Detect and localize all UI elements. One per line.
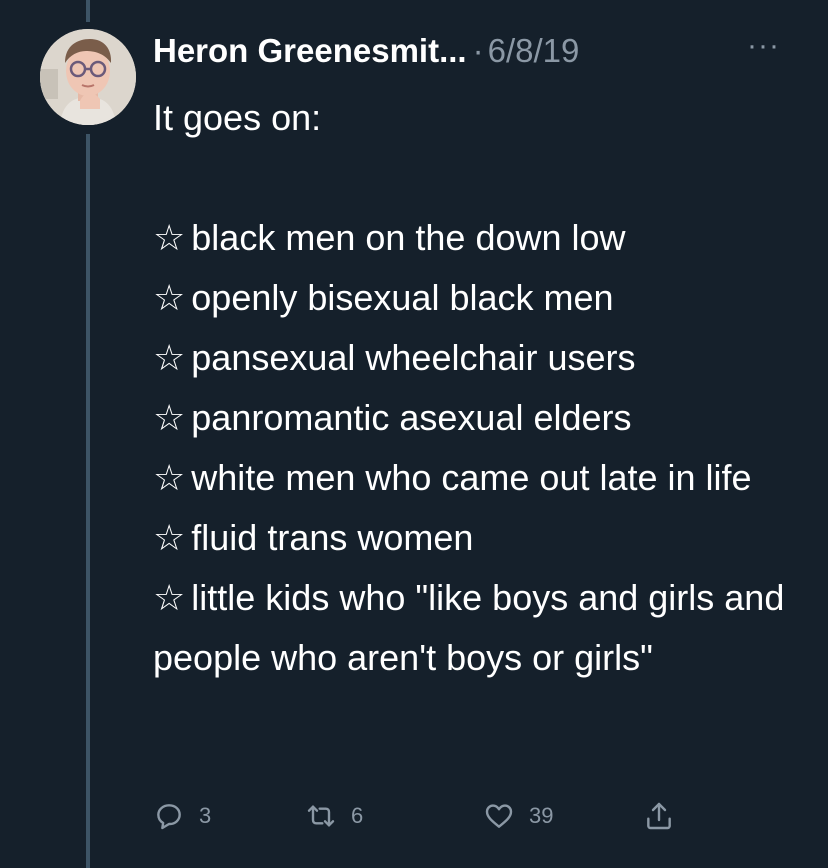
list-item: ☆ openly bisexual black men — [153, 277, 614, 318]
list-item: ☆ fluid trans women — [153, 517, 474, 558]
reply-button[interactable]: 3 — [153, 800, 211, 832]
star-icon: ☆ — [153, 577, 186, 618]
reply-count: 3 — [199, 803, 212, 828]
tweet-date[interactable]: 6/8/19 — [488, 32, 580, 70]
star-icon: ☆ — [153, 457, 186, 498]
star-icon: ☆ — [153, 217, 186, 258]
like-count: 39 — [529, 803, 554, 828]
star-icon: ☆ — [153, 517, 186, 558]
more-icon[interactable]: ··· — [747, 31, 780, 61]
tweet-header: Heron Greenesmit... · 6/8/19 ··· — [153, 26, 788, 76]
list-item: ☆ pansexual wheelchair users — [153, 337, 636, 378]
list-item: ☆ little kids who "like boys and girls an… — [153, 577, 785, 678]
retweet-button[interactable]: 6 — [305, 800, 363, 832]
retweet-icon — [307, 805, 335, 827]
share-icon — [647, 802, 671, 830]
thread-line-top — [86, 0, 90, 22]
star-icon: ☆ — [153, 277, 186, 318]
star-icon: ☆ — [153, 337, 186, 378]
like-button[interactable]: 39 — [483, 800, 553, 832]
reply-icon — [157, 804, 181, 830]
list-item: ☆ panromantic asexual elders — [153, 397, 632, 438]
tweet-intro: It goes on: — [153, 97, 322, 138]
thread-line-bottom — [86, 134, 90, 868]
list-item: ☆ white men who came out late in life — [153, 457, 752, 498]
separator-dot: · — [472, 32, 484, 69]
list-item: ☆ black men on the down low — [153, 217, 626, 258]
avatar[interactable] — [40, 29, 136, 125]
author-name[interactable]: Heron Greenesmit... — [153, 32, 467, 70]
share-button[interactable] — [643, 800, 675, 832]
tweet-actions: 3 6 39 — [153, 800, 693, 840]
like-icon — [485, 804, 513, 828]
retweet-count: 6 — [351, 803, 364, 828]
tweet-text: It goes on: ☆ black men on the down low ☆… — [153, 88, 803, 688]
star-icon: ☆ — [153, 397, 186, 438]
